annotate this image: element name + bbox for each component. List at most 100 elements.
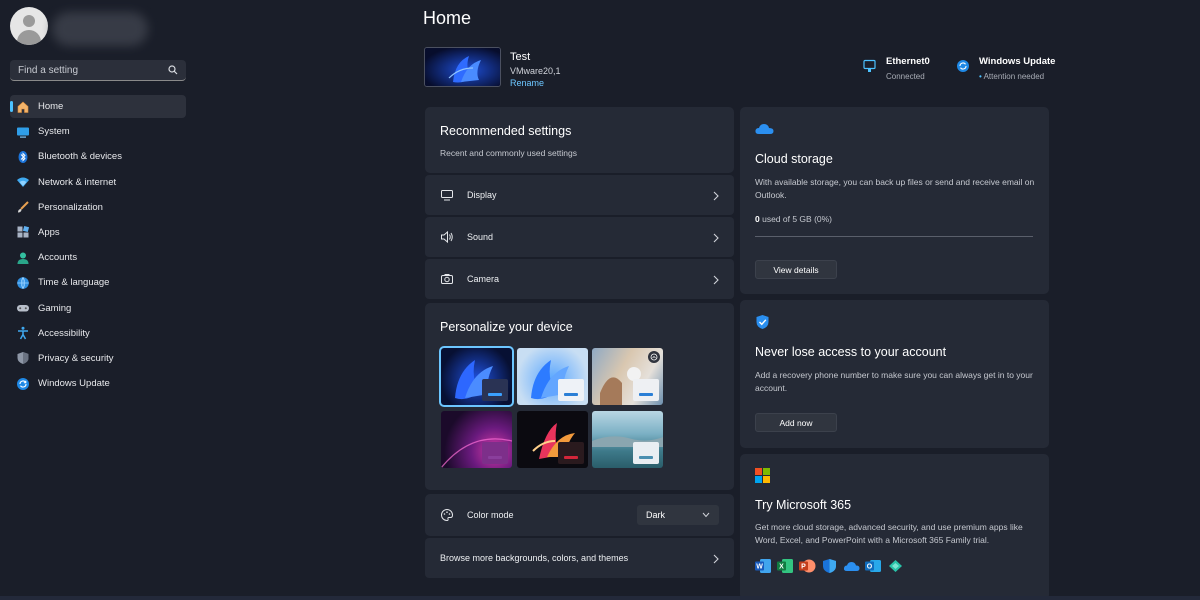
- sidebar-item-system[interactable]: System: [10, 120, 186, 143]
- theme-flow[interactable]: [517, 411, 588, 468]
- theme-windows-dark[interactable]: [439, 346, 514, 407]
- system-icon: [16, 125, 30, 139]
- color-mode-label: Color mode: [467, 510, 514, 520]
- clipchamp-icon: [887, 558, 904, 574]
- account-title: Never lose access to your account: [755, 345, 947, 359]
- gaming-icon: [16, 301, 30, 315]
- taskbar-edge: [0, 596, 1200, 600]
- svg-text:P: P: [801, 564, 806, 571]
- accessibility-icon: [16, 326, 30, 340]
- sidebar-item-home[interactable]: Home: [10, 95, 186, 118]
- sidebar-item-label: Privacy & security: [38, 352, 114, 364]
- ethernet-icon: [863, 59, 877, 73]
- sidebar-item-label: Windows Update: [38, 378, 110, 390]
- chevron-right-icon: [712, 190, 720, 201]
- defender-icon: [821, 558, 838, 574]
- device-wallpaper-thumbnail[interactable]: [424, 47, 501, 87]
- sidebar-item-time-language[interactable]: Time & language: [10, 271, 186, 294]
- recommended-subtitle: Recent and commonly used settings: [440, 148, 578, 158]
- brush-icon: [16, 200, 30, 214]
- sidebar-item-label: Bluetooth & devices: [38, 151, 122, 163]
- ethernet-sub: Connected: [886, 72, 925, 81]
- bluetooth-icon: [16, 150, 30, 164]
- theme-sunrise[interactable]: [592, 411, 663, 468]
- sidebar-item-personalization[interactable]: Personalization: [10, 196, 186, 219]
- sidebar-item-accessibility[interactable]: Accessibility: [10, 322, 186, 345]
- recommended-card: [425, 107, 734, 173]
- sidebar-item-label: Accounts: [38, 252, 78, 264]
- home-icon: [16, 100, 30, 114]
- theme-captured-motion[interactable]: [592, 348, 663, 405]
- chevron-right-icon: [712, 274, 720, 285]
- palette-icon: [440, 508, 454, 522]
- outlook-icon: O: [865, 558, 882, 574]
- account-desc: Add a recovery phone number to make sure…: [755, 370, 1033, 393]
- svg-text:O: O: [867, 564, 873, 571]
- chevron-down-icon: [702, 512, 710, 518]
- sidebar-item-apps[interactable]: Apps: [10, 221, 186, 244]
- personalize-title: Personalize your device: [440, 320, 573, 334]
- update-title: Windows Update: [979, 56, 1056, 67]
- ethernet-status[interactable]: Ethernet0 Connected: [863, 56, 930, 81]
- excel-icon: X: [777, 558, 794, 574]
- nav-list: Home System Bluetooth & devices Network …: [10, 95, 186, 397]
- add-now-button[interactable]: Add now: [755, 413, 837, 432]
- recommended-item-display[interactable]: Display: [425, 175, 734, 215]
- sidebar-item-windows-update[interactable]: Windows Update: [10, 372, 186, 395]
- theme-windows-light[interactable]: [517, 348, 588, 405]
- sidebar-item-bluetooth[interactable]: Bluetooth & devices: [10, 145, 186, 168]
- view-details-button[interactable]: View details: [755, 260, 837, 279]
- recommended-title: Recommended settings: [440, 124, 572, 138]
- sidebar-item-gaming[interactable]: Gaming: [10, 297, 186, 320]
- recommended-item-camera[interactable]: Camera: [425, 259, 734, 299]
- accounts-icon: [16, 251, 30, 265]
- username-redacted: [52, 12, 148, 46]
- color-mode-select[interactable]: Dark: [637, 505, 719, 525]
- windows-update-status-icon: [956, 59, 970, 73]
- color-mode-value: Dark: [646, 510, 666, 520]
- sidebar-item-label: Home: [38, 101, 64, 112]
- update-sub-text: Attention needed: [983, 72, 1045, 81]
- sidebar-item-label: Personalization: [38, 201, 103, 213]
- sidebar-item-accounts[interactable]: Accounts: [10, 246, 186, 269]
- m365-title: Try Microsoft 365: [755, 498, 852, 512]
- avatar[interactable]: [10, 7, 48, 45]
- sidebar: Home System Bluetooth & devices Network …: [0, 0, 200, 600]
- apps-icon: [16, 225, 30, 239]
- device-model: VMware20,1: [510, 66, 561, 76]
- sound-icon: [440, 230, 454, 244]
- recommended-item-label: Camera: [467, 274, 500, 284]
- slideshow-icon: [648, 351, 660, 363]
- sidebar-item-label: Time & language: [38, 277, 110, 289]
- search-box[interactable]: [10, 60, 186, 81]
- windows-update-status[interactable]: Windows Update • Attention needed: [956, 56, 1055, 81]
- page-title: Home: [423, 8, 472, 28]
- browse-backgrounds-row[interactable]: Browse more backgrounds, colors, and the…: [425, 538, 734, 578]
- onedrive-cloud-icon: [755, 123, 774, 135]
- m365-app-icons: W X P O: [755, 558, 904, 574]
- theme-glow[interactable]: [441, 411, 512, 468]
- svg-text:W: W: [756, 564, 763, 571]
- sidebar-item-privacy[interactable]: Privacy & security: [10, 347, 186, 370]
- sidebar-item-label: Apps: [38, 226, 60, 238]
- network-icon: [16, 175, 30, 189]
- sidebar-item-label: System: [38, 126, 70, 138]
- shield-icon: [16, 351, 30, 365]
- sidebar-item-network[interactable]: Network & internet: [10, 171, 186, 194]
- microsoft-logo-icon: [755, 468, 770, 483]
- shield-check-icon: [755, 314, 770, 330]
- cloud-storage-usage: 0 used of 5 GB (0%): [755, 213, 832, 226]
- display-icon: [440, 188, 454, 202]
- word-icon: W: [755, 558, 772, 574]
- rename-link[interactable]: Rename: [510, 78, 544, 88]
- recommended-item-label: Display: [467, 190, 497, 200]
- svg-text:X: X: [779, 564, 784, 571]
- chevron-right-icon: [712, 232, 720, 243]
- search-input[interactable]: [18, 64, 158, 76]
- ethernet-title: Ethernet0: [886, 56, 930, 67]
- search-icon[interactable]: [168, 65, 178, 75]
- cloud-storage-progress: [755, 236, 1033, 237]
- recommended-item-sound[interactable]: Sound: [425, 217, 734, 257]
- browse-label: Browse more backgrounds, colors, and the…: [440, 553, 629, 563]
- windows-update-icon: [16, 377, 30, 391]
